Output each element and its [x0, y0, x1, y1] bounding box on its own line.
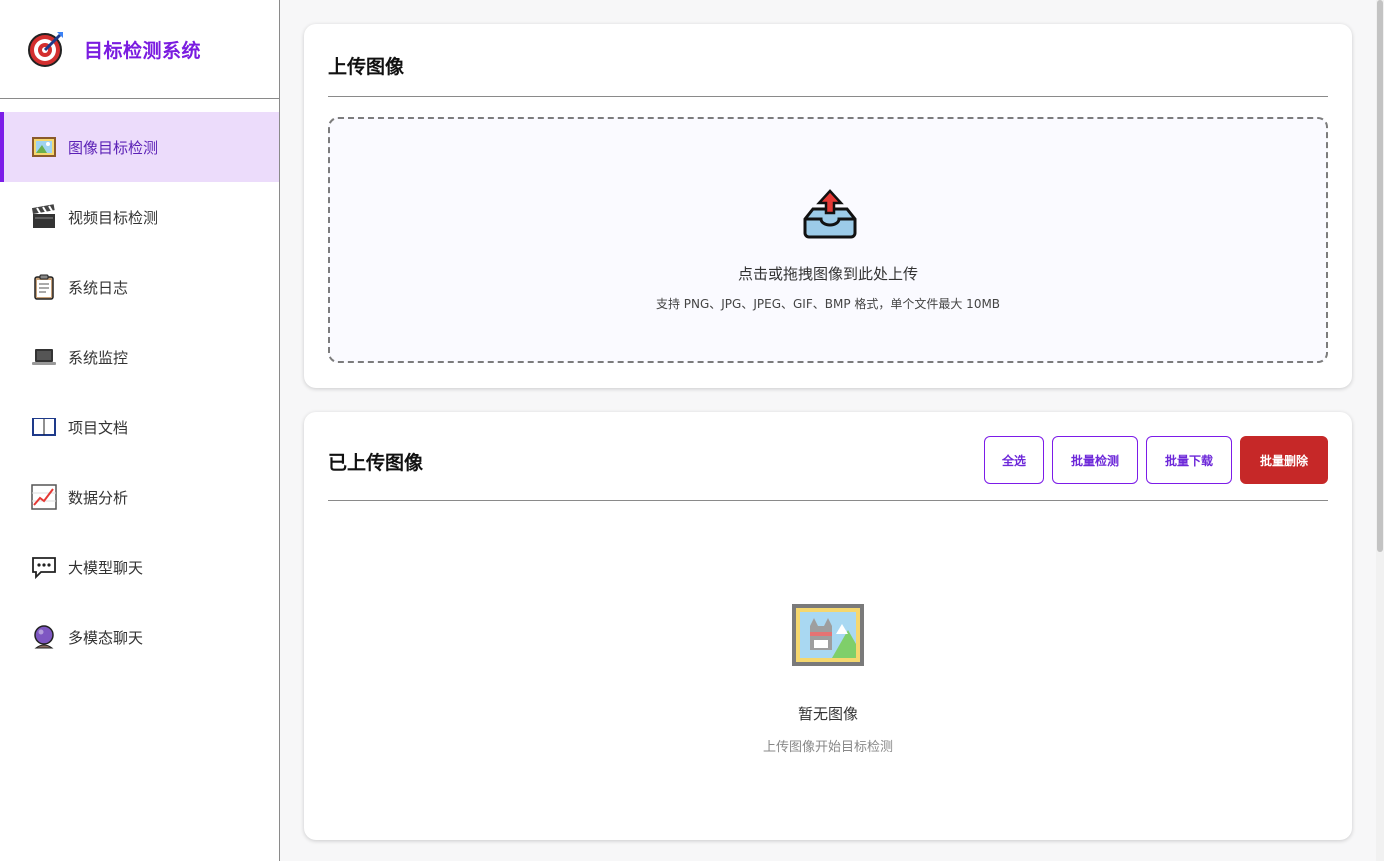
empty-title: 暂无图像: [797, 705, 858, 723]
app-title: 目标检测系统: [84, 39, 202, 62]
nav-item-image-detection[interactable]: 图像目标检测: [0, 112, 279, 182]
nav-label: 数据分析: [68, 488, 129, 507]
brand: 目标检测系统: [0, 0, 279, 99]
nav-item-system-monitor[interactable]: 系统监控: [0, 322, 279, 392]
scrollbar-track[interactable]: [1376, 0, 1384, 861]
clipboard-icon: [34, 274, 54, 300]
nav-label: 系统日志: [68, 278, 129, 297]
clapper-board-icon: [31, 204, 55, 228]
nav-item-multimodal-chat[interactable]: 多模态聊天: [0, 602, 279, 672]
nav-label: 系统监控: [68, 348, 129, 367]
direct-hit-icon: [28, 32, 63, 67]
open-book-icon: [32, 418, 56, 436]
nav-label: 大模型聊天: [68, 558, 144, 577]
dropzone-hint: 支持 PNG、JPG、JPEG、GIF、BMP 格式，单个文件最大 10MB: [655, 297, 1001, 311]
nav-label: 视频目标检测: [68, 208, 159, 227]
upload-title: 上传图像: [328, 56, 405, 78]
uploaded-title: 已上传图像: [328, 452, 424, 474]
nav-item-project-docs[interactable]: 项目文档: [0, 392, 279, 462]
laptop-icon: [32, 349, 56, 365]
upload-card: 上传图像 点击或拖拽图像到此处上传 支持 PNG、JPG、JPEG、GIF、BM…: [304, 24, 1352, 388]
nav-label: 项目文档: [68, 418, 129, 437]
divider: [328, 96, 1328, 97]
speech-bubble-icon: [32, 557, 56, 580]
sidebar: 目标检测系统 图像目标检测 视频目标检测 系统日志 系统监控 项目文档 数据分析…: [0, 0, 280, 861]
upload-dropzone[interactable]: 点击或拖拽图像到此处上传 支持 PNG、JPG、JPEG、GIF、BMP 格式，…: [328, 117, 1328, 363]
nav-item-system-logs[interactable]: 系统日志: [0, 252, 279, 322]
sidebar-nav: 图像目标检测 视频目标检测 系统日志 系统监控 项目文档 数据分析 大模型聊天 …: [0, 112, 279, 672]
uploaded-images-card: 已上传图像 全选 批量检测 批量下载 批量删除 暂无图像 上传图像开始目标检测: [304, 412, 1352, 840]
framed-picture-icon: [32, 137, 56, 157]
nav-item-llm-chat[interactable]: 大模型聊天: [0, 532, 279, 602]
divider: [328, 500, 1328, 501]
dropzone-text: 点击或拖拽图像到此处上传: [737, 265, 918, 283]
batch-detect-button[interactable]: 批量检测: [1052, 436, 1138, 484]
batch-delete-button[interactable]: 批量删除: [1240, 436, 1328, 484]
scrollbar-thumb[interactable]: [1377, 0, 1383, 552]
select-all-button[interactable]: 全选: [984, 436, 1044, 484]
nav-label: 图像目标检测: [68, 138, 159, 157]
nav-label: 多模态聊天: [68, 628, 144, 647]
nav-item-video-detection[interactable]: 视频目标检测: [0, 182, 279, 252]
empty-image-icon: [792, 604, 864, 666]
upload-tray-icon: [803, 189, 857, 239]
empty-subtitle: 上传图像开始目标检测: [762, 740, 893, 755]
batch-download-button[interactable]: 批量下载: [1146, 436, 1232, 484]
crystal-ball-icon: [34, 625, 54, 649]
chart-increasing-icon: [31, 484, 57, 510]
nav-item-data-analysis[interactable]: 数据分析: [0, 462, 279, 532]
